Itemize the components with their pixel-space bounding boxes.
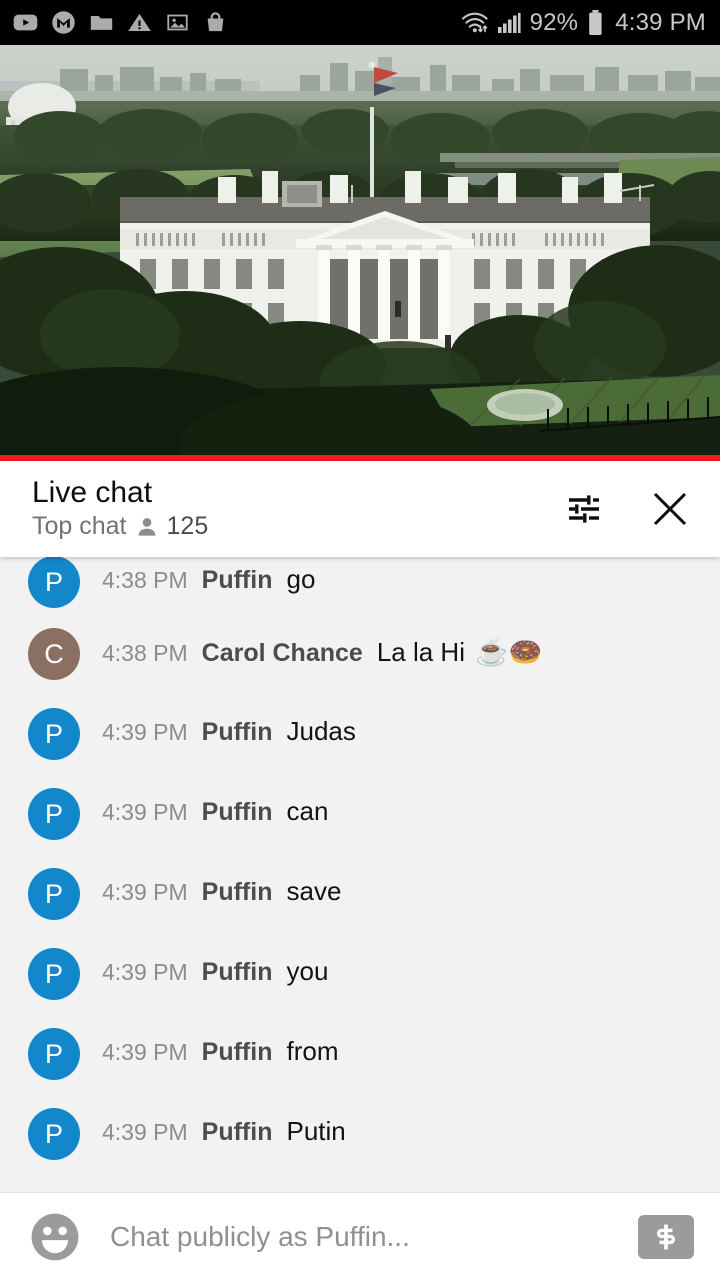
message-author[interactable]: Puffin (202, 566, 273, 595)
avatar[interactable]: P (28, 1108, 80, 1160)
close-icon (653, 492, 687, 526)
message-timestamp: 4:39 PM (102, 1119, 188, 1145)
chat-message-row[interactable]: P 4:38 PM Puffin go (0, 557, 720, 608)
chat-message-body: 4:38 PM Puffin go (102, 557, 315, 595)
avatar[interactable]: P (28, 557, 80, 608)
status-bar-clock: 4:39 PM (615, 8, 706, 36)
message-author[interactable]: Puffin (202, 1118, 273, 1147)
person-icon (138, 517, 155, 536)
chat-message-body: 4:39 PM Puffin Judas (102, 708, 356, 747)
shopping-bag-icon (207, 12, 224, 32)
status-bar: 92% 4:39 PM (0, 0, 720, 45)
chat-message-input[interactable] (110, 1220, 638, 1253)
chat-message-row[interactable]: C 4:38 PM Carol Chance La la Hi ☕🍩 (0, 628, 720, 680)
live-chat-title-group: Live chat Top chat 125 (32, 477, 208, 542)
message-text: Judas (286, 716, 356, 746)
chat-message-body: 4:39 PM Puffin you (102, 948, 328, 987)
message-emoji: ☕🍩 (474, 637, 543, 667)
chat-filter-button[interactable] (560, 485, 608, 533)
avatar[interactable]: P (28, 948, 80, 1000)
close-chat-button[interactable] (646, 485, 694, 533)
folder-icon (90, 15, 113, 30)
message-text: La la Hi (376, 637, 465, 667)
white-house-live-video-frame (0, 45, 720, 461)
message-timestamp: 4:39 PM (102, 959, 188, 985)
message-author[interactable]: Puffin (202, 878, 273, 907)
chat-message-body: 4:39 PM Puffin from (102, 1028, 338, 1067)
message-author[interactable]: Puffin (202, 798, 273, 827)
chat-message-row[interactable]: P 4:39 PM Puffin you (0, 948, 720, 1000)
message-text: can (286, 796, 329, 826)
message-author[interactable]: Puffin (202, 1038, 273, 1067)
emoji-smiley-icon[interactable] (28, 1210, 82, 1264)
chat-message-body: 4:38 PM Carol Chance La la Hi ☕🍩 (102, 628, 542, 668)
message-timestamp: 4:39 PM (102, 1039, 188, 1065)
youtube-icon (13, 14, 38, 31)
avatar[interactable]: C (28, 628, 80, 680)
message-text: from (286, 1036, 339, 1066)
avatar[interactable]: P (28, 788, 80, 840)
chat-input-bar (0, 1192, 720, 1280)
message-author[interactable]: Puffin (202, 958, 273, 987)
viewer-count-label: 125 (166, 512, 209, 541)
gmail-icon (52, 11, 75, 34)
chat-message-row[interactable]: P 4:39 PM Puffin Judas (0, 708, 720, 760)
message-timestamp: 4:39 PM (102, 719, 188, 745)
message-text: save (286, 876, 342, 906)
message-text: Putin (286, 1116, 346, 1146)
chat-message-row[interactable]: P 4:39 PM Puffin can (0, 788, 720, 840)
chat-message-row[interactable]: P 4:39 PM Puffin save (0, 868, 720, 920)
cellular-signal-icon (497, 12, 521, 33)
avatar[interactable]: P (28, 868, 80, 920)
avatar[interactable]: P (28, 1028, 80, 1080)
message-timestamp: 4:38 PM (102, 640, 188, 666)
page-title: Live chat (32, 475, 153, 509)
live-chat-message-list[interactable]: P 4:38 PM Puffin go C 4:38 PM Carol Chance La l… (0, 557, 720, 1192)
chat-message-row[interactable]: P 4:39 PM Puffin from (0, 1028, 720, 1080)
message-author[interactable]: Carol Chance (202, 639, 363, 668)
live-chat-header-actions (560, 485, 694, 533)
youtube-live-chat-screen: 92% 4:39 PM Live chat Top chat 125 P 4:3… (0, 0, 720, 1280)
photo-icon (167, 14, 188, 31)
battery-percent-label: 92% (529, 8, 579, 36)
avatar[interactable]: P (28, 708, 80, 760)
message-text: you (286, 956, 329, 986)
live-chat-header: Live chat Top chat 125 (0, 461, 720, 557)
status-bar-notification-icons (12, 9, 229, 36)
battery-full-icon (589, 9, 602, 35)
message-timestamp: 4:38 PM (102, 567, 188, 593)
status-bar-system-icons: 92% 4:39 PM (460, 9, 706, 37)
warning-icon (128, 13, 151, 32)
chat-message-body: 4:39 PM Puffin Putin (102, 1108, 346, 1147)
message-author[interactable]: Puffin (202, 718, 273, 747)
chat-mode-label[interactable]: Top chat (32, 512, 127, 541)
chat-message-body: 4:39 PM Puffin can (102, 788, 328, 827)
super-chat-button[interactable] (638, 1214, 694, 1259)
live-chat-subtitle-row: Top chat 125 (32, 512, 208, 541)
chat-filter-icon (569, 495, 599, 523)
message-timestamp: 4:39 PM (102, 799, 188, 825)
chat-message-row[interactable]: P 4:39 PM Puffin Putin (0, 1108, 720, 1160)
chat-message-body: 4:39 PM Puffin save (102, 868, 341, 907)
wifi-icon (461, 12, 488, 32)
message-text: go (286, 564, 316, 594)
video-player[interactable] (0, 45, 720, 461)
dollar-sign-icon (657, 1224, 675, 1249)
message-timestamp: 4:39 PM (102, 879, 188, 905)
